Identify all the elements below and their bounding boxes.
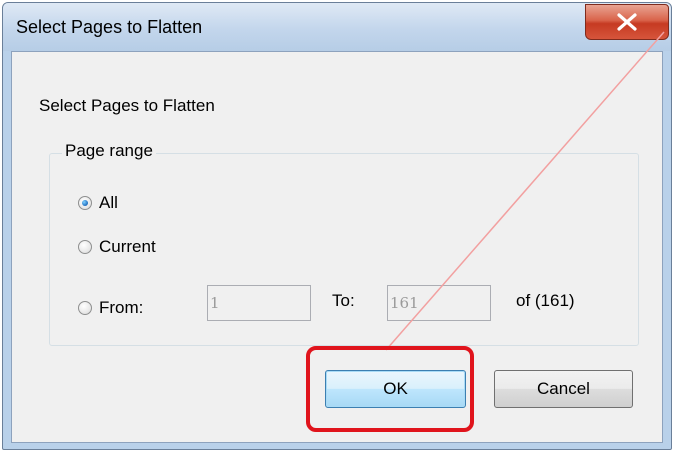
ok-button-highlight xyxy=(306,346,474,432)
